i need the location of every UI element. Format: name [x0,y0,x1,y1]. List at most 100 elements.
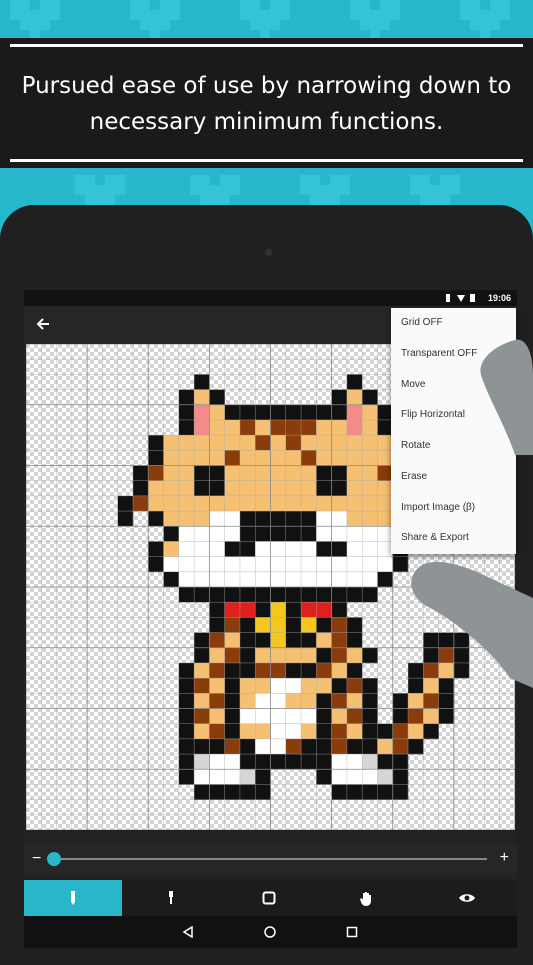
pixel [209,511,225,527]
home-circle-icon[interactable] [258,920,282,944]
pixel [194,511,210,527]
pixel [362,526,378,542]
pixel [270,571,287,588]
pixel [346,571,363,588]
pixel [408,723,424,740]
pixel [178,693,195,709]
pixel [316,693,332,709]
pixel [377,571,394,588]
menu-item-import-image[interactable]: Import Image (β) [391,493,516,524]
pixel [301,526,317,542]
pixel [255,419,271,436]
pixel [148,541,164,557]
pixel [301,647,317,664]
menu-item-erase[interactable]: Erase [391,462,516,493]
pixel [377,769,394,785]
pixel [255,450,271,466]
pixel [224,556,241,573]
pixel [148,435,164,451]
pixel [392,723,409,740]
back-triangle-icon[interactable] [176,920,200,944]
pixel [331,769,348,785]
pixel [209,693,225,709]
pixel [209,419,225,436]
zoom-in-button[interactable]: + [500,849,509,867]
pixel [301,571,317,588]
preview-tool-button[interactable] [416,880,517,916]
pixel [285,526,302,542]
pixel [331,723,348,740]
pixel [346,526,363,542]
pixel [239,556,256,573]
pixel [346,556,363,573]
dropper-icon [169,891,173,904]
pixel [239,632,256,649]
pen-tool-button[interactable] [24,880,122,916]
finger-illustration-bottom [411,561,533,688]
pixel [239,723,256,740]
pixel [178,435,195,451]
pixel [209,708,225,724]
pixel [316,662,332,679]
zoom-slider-thumb[interactable] [47,852,61,866]
pixel [178,404,195,421]
pixel [377,556,394,573]
pixel [209,571,225,588]
pixel [346,389,363,406]
menu-item-share-export[interactable]: Share & Export [391,523,516,554]
pixel [163,541,180,557]
pixel [331,480,348,497]
pixel [178,419,195,436]
pixel [270,495,287,512]
pixel [255,693,271,709]
rect-tool-button[interactable] [220,880,318,916]
dropper-tool-button[interactable] [122,880,220,916]
pixel [331,450,348,466]
pixel [224,647,241,664]
pixel [194,526,210,542]
pixel [178,571,195,588]
banner-bottom-rule [10,159,523,162]
pixel [331,511,348,527]
pixel [117,511,134,527]
pixel [346,404,363,421]
pixel [270,602,287,618]
pixel [270,556,287,573]
pixel [316,723,332,740]
pixel [178,587,195,603]
zoom-slider-track[interactable] [52,858,487,860]
pixel [316,404,332,421]
pixel [346,617,363,633]
pixel [316,511,332,527]
pixel [209,389,225,406]
pixel [270,511,287,527]
pixel [392,738,409,755]
pixel [255,556,271,573]
pixel [194,678,210,694]
pixel [224,511,241,527]
pixel [239,617,256,633]
pixel [224,526,241,542]
pixel [392,784,409,800]
pixel [346,450,363,466]
pixel [224,465,241,481]
pixel [255,678,271,694]
pixel [346,632,363,649]
pixel [178,738,195,755]
pixel [346,738,363,755]
pixel [331,693,348,709]
pixel [346,678,363,694]
pixel [301,678,317,694]
pixel [362,419,378,436]
hand-tool-button[interactable] [318,880,416,916]
zoom-out-button[interactable]: − [32,850,41,868]
pixel [194,662,210,679]
pixel [194,450,210,466]
pixel [224,495,241,512]
arrow-back-icon[interactable] [32,314,54,336]
pixel [209,784,225,800]
pixel [239,708,256,724]
recents-square-icon[interactable] [340,920,364,944]
pixel [377,738,394,755]
eye-icon [458,894,475,902]
